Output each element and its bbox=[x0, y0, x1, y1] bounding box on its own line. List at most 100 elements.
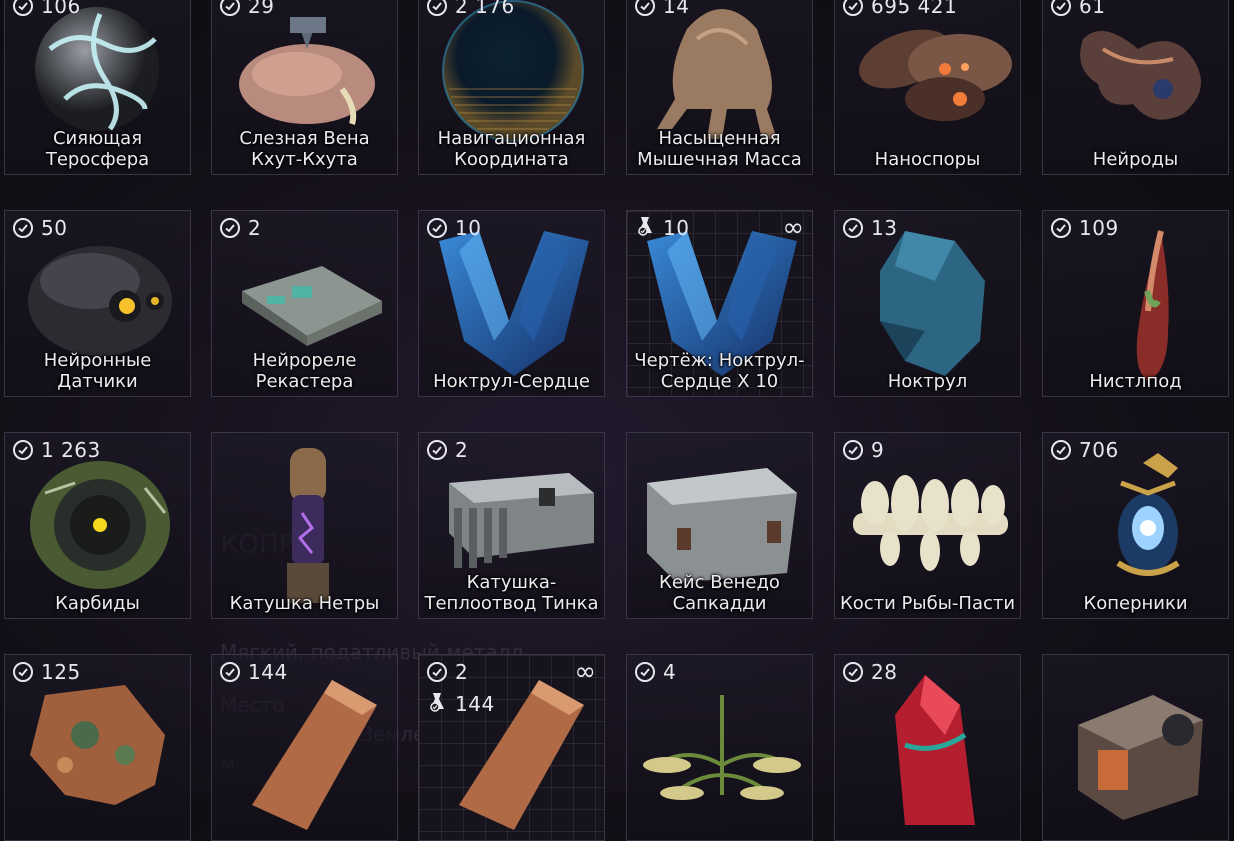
inventory-item-card[interactable]: Катушка Нетры bbox=[211, 432, 398, 619]
inventory-item-card[interactable]: 10 Ноктрул-Сердце bbox=[418, 210, 605, 397]
count-value: 2 bbox=[455, 438, 469, 462]
item-name: Нейронные Датчики bbox=[43, 350, 152, 392]
item-name: Кейс Венедо Сапкадди bbox=[659, 572, 780, 614]
owned-count: 4 bbox=[635, 659, 676, 685]
inventory-grid: 106 Сияющая Теросфера 29 Слезная Вена Кхут-… bbox=[0, 0, 1234, 841]
check-circle-icon bbox=[220, 662, 240, 682]
item-name: Катушка Нетры bbox=[229, 593, 380, 614]
inventory-item-card[interactable]: 2 Нейрореле Рекастера bbox=[211, 210, 398, 397]
owned-count: 10 bbox=[427, 215, 481, 241]
blueprint-item-card[interactable]: 2 144 ∞ bbox=[418, 654, 605, 841]
check-circle-icon bbox=[427, 662, 447, 682]
inventory-item-card[interactable]: 4 bbox=[626, 654, 813, 841]
count-value: 1 263 bbox=[41, 438, 101, 462]
check-circle-icon bbox=[220, 218, 240, 238]
item-name: Кости Рыбы-Пасти bbox=[839, 593, 1016, 614]
owned-count: 2 176 bbox=[427, 0, 515, 19]
item-name: Карбиды bbox=[55, 593, 140, 614]
blueprint-kit-icon bbox=[427, 691, 455, 718]
count-value: 106 bbox=[41, 0, 81, 18]
item-name: Слезная Вена Кхут-Кхута bbox=[239, 128, 370, 170]
count-value: 2 176 bbox=[455, 0, 515, 18]
count-value: 9 bbox=[871, 438, 885, 462]
count-value: 28 bbox=[871, 660, 898, 684]
owned-count: 1 263 bbox=[13, 437, 101, 463]
blueprint-item-card[interactable]: 10 ∞ Чертёж: Ноктрул-Сердце X 10 bbox=[626, 210, 813, 397]
check-circle-icon bbox=[13, 440, 33, 460]
inventory-item-card[interactable]: 109 Нистлпод bbox=[1042, 210, 1229, 397]
owned-count: 10 bbox=[635, 215, 689, 241]
item-name: Коперники bbox=[1083, 593, 1188, 614]
owned-count: 28 bbox=[843, 659, 897, 685]
count-value: 2 bbox=[248, 216, 262, 240]
owned-count: 125 bbox=[13, 659, 81, 685]
check-circle-icon bbox=[1051, 440, 1071, 460]
count-value: 109 bbox=[1079, 216, 1119, 240]
item-name: Катушка-Теплоотвод Тинка bbox=[424, 572, 599, 614]
owned-count: 2 bbox=[427, 437, 468, 463]
inventory-item-card[interactable]: 125 bbox=[4, 654, 191, 841]
inventory-item-card[interactable]: 144 bbox=[211, 654, 398, 841]
item-name: Нейроды bbox=[1092, 149, 1179, 170]
count-value: 144 bbox=[455, 692, 495, 716]
blueprint-kit-icon bbox=[635, 215, 663, 242]
inventory-item-card[interactable]: 28 bbox=[834, 654, 1021, 841]
inventory-item-card[interactable]: 706 Коперники bbox=[1042, 432, 1229, 619]
owned-count: 2 bbox=[427, 659, 468, 685]
inventory-item-card[interactable]: 106 Сияющая Теросфера bbox=[4, 0, 191, 175]
count-value: 695 421 bbox=[871, 0, 958, 18]
count-value: 50 bbox=[41, 216, 68, 240]
count-value: 4 bbox=[663, 660, 677, 684]
count-value: 706 bbox=[1079, 438, 1119, 462]
item-name: Ноктрул bbox=[887, 371, 968, 392]
owned-count: 2 bbox=[220, 215, 261, 241]
inventory-item-card[interactable]: 2 176 Навигационная Координата bbox=[418, 0, 605, 175]
inventory-item-card[interactable]: 29 Слезная Вена Кхут-Кхута bbox=[211, 0, 398, 175]
check-circle-icon bbox=[427, 218, 447, 238]
count-value: 29 bbox=[248, 0, 275, 18]
check-circle-icon bbox=[635, 0, 655, 16]
owned-count: 706 bbox=[1051, 437, 1119, 463]
inventory-item-card[interactable] bbox=[1042, 654, 1229, 841]
count-value: 10 bbox=[663, 216, 690, 240]
check-circle-icon bbox=[220, 0, 240, 16]
check-circle-icon bbox=[635, 662, 655, 682]
item-name: Чертёж: Ноктрул-Сердце X 10 bbox=[634, 350, 805, 392]
owned-count: 50 bbox=[13, 215, 67, 241]
item-name: Навигационная Координата bbox=[437, 128, 586, 170]
owned-count: 106 bbox=[13, 0, 81, 19]
inventory-item-card[interactable]: 13 Ноктрул bbox=[834, 210, 1021, 397]
owned-count: 109 bbox=[1051, 215, 1119, 241]
inventory-item-card[interactable]: 50 Нейронные Датчики bbox=[4, 210, 191, 397]
owned-count: 144 bbox=[220, 659, 288, 685]
count-value: 14 bbox=[663, 0, 690, 18]
count-value: 2 bbox=[455, 660, 469, 684]
infinity-icon: ∞ bbox=[574, 657, 596, 687]
item-name: Нистлпод bbox=[1089, 371, 1182, 392]
owned-count: 695 421 bbox=[843, 0, 957, 19]
owned-count: 61 bbox=[1051, 0, 1105, 19]
inventory-item-card[interactable]: 695 421 Наноспоры bbox=[834, 0, 1021, 175]
check-circle-icon bbox=[13, 0, 33, 16]
inventory-item-card[interactable]: 14 Насыщенная Мышечная Масса bbox=[626, 0, 813, 175]
inventory-item-card[interactable]: 9 Кости Рыбы-Пасти bbox=[834, 432, 1021, 619]
item-name: Сияющая Теросфера bbox=[45, 128, 150, 170]
inventory-item-card[interactable]: 1 263 Карбиды bbox=[4, 432, 191, 619]
count-value: 13 bbox=[871, 216, 898, 240]
item-name: Ноктрул-Сердце bbox=[433, 371, 590, 392]
crafted-count: 144 bbox=[427, 691, 495, 717]
owned-count: 13 bbox=[843, 215, 897, 241]
count-value: 125 bbox=[41, 660, 81, 684]
check-circle-icon bbox=[427, 440, 447, 460]
owned-count: 14 bbox=[635, 0, 689, 19]
inventory-item-card[interactable]: 61 Нейроды bbox=[1042, 0, 1229, 175]
check-circle-icon bbox=[13, 218, 33, 238]
inventory-item-card[interactable]: 2 Катушка-Теплоотвод Тинка bbox=[418, 432, 605, 619]
infinity-icon: ∞ bbox=[782, 213, 804, 243]
check-circle-icon bbox=[1051, 0, 1071, 16]
check-circle-icon bbox=[13, 662, 33, 682]
check-circle-icon bbox=[843, 440, 863, 460]
inventory-item-card[interactable]: Кейс Венедо Сапкадди bbox=[626, 432, 813, 619]
check-circle-icon bbox=[843, 0, 863, 16]
owned-count: 9 bbox=[843, 437, 884, 463]
